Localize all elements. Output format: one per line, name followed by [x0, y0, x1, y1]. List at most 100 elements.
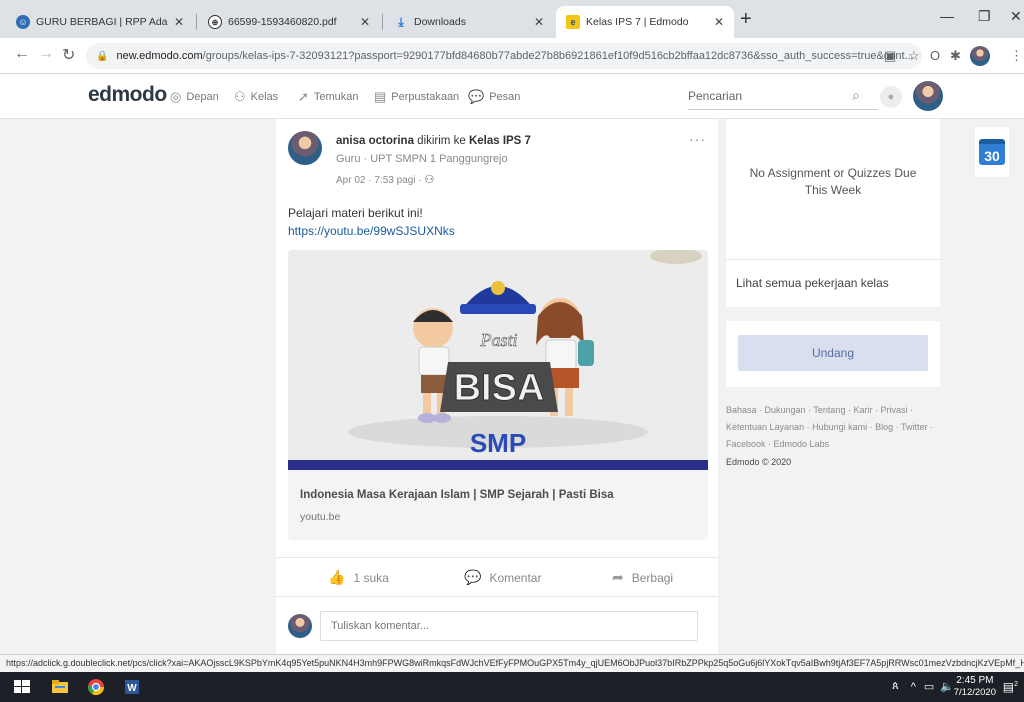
post-more-menu[interactable]: ···: [689, 131, 706, 147]
footer-link[interactable]: Tentang: [813, 405, 845, 415]
globe-icon: ⊕: [208, 15, 222, 29]
word-icon[interactable]: W: [122, 677, 142, 697]
tab-downloads[interactable]: ⤓ Downloads ✕: [384, 6, 554, 38]
status-bar-url: https://adclick.g.doubleclick.net/pcs/cl…: [0, 654, 1024, 672]
footer-link[interactable]: Privasi: [880, 405, 907, 415]
footer-link[interactable]: Blog: [875, 422, 893, 432]
thumb-bisa-text: BISA: [454, 367, 545, 409]
notification-center-icon[interactable]: ▤2: [1003, 680, 1018, 694]
more-menu-icon[interactable]: ⋮: [1010, 48, 1023, 64]
reload-icon[interactable]: ↻: [62, 45, 75, 65]
view-all-work-link[interactable]: Lihat semua pekerjaan kelas: [736, 276, 889, 290]
windows-start-icon[interactable]: [12, 677, 32, 697]
footer-link[interactable]: Karir: [853, 405, 872, 415]
thumb-smp-text: SMP: [470, 428, 526, 458]
no-assignment-text: No Assignment or Quizzes Due This Week: [749, 166, 917, 197]
footer-link[interactable]: Ketentuan Layanan: [726, 422, 804, 432]
post-actions: 👍 1 suka 💬 Komentar ➦ Berbagi: [276, 557, 718, 597]
comment-button[interactable]: 💬 Komentar: [464, 569, 541, 586]
message-bubble-icon: 💬: [468, 89, 485, 104]
footer-link[interactable]: Dukungan: [765, 405, 806, 415]
forward-arrow-icon[interactable]: →: [38, 45, 54, 63]
comment-icon: 💬: [464, 569, 482, 585]
chrome-icon[interactable]: [86, 677, 106, 697]
notification-icon[interactable]: ●: [880, 86, 902, 108]
keyboard-icon[interactable]: ▭: [924, 680, 934, 693]
calendar-icon: 30: [979, 139, 1005, 165]
footer-link[interactable]: Facebook: [726, 439, 766, 449]
close-icon[interactable]: ✕: [534, 15, 544, 29]
due-assignments-card: No Assignment or Quizzes Due This Week: [726, 119, 940, 259]
video-thumbnail[interactable]: Pasti BISA SMP: [288, 250, 708, 470]
new-tab-button[interactable]: +: [740, 8, 752, 31]
invite-button[interactable]: Undang: [738, 335, 928, 371]
windows-taskbar: W ጰ ^ ▭ 🔈 2:45 PM 7/12/2020 ▤2: [0, 672, 1024, 702]
nav-item-temukan[interactable]: ➚ Temukan: [298, 89, 359, 105]
extensions-puzzle-icon[interactable]: ✱: [950, 48, 961, 64]
thumb-pasti-text: Pasti: [479, 330, 517, 350]
comment-user-avatar: [288, 614, 312, 638]
volume-icon[interactable]: 🔈: [940, 680, 954, 693]
close-icon[interactable]: ✕: [174, 15, 184, 29]
nav-item-perpustakaan[interactable]: ▤ Perpustakaan: [374, 89, 459, 105]
nav-item-kelas[interactable]: ⚇ Kelas: [234, 89, 278, 105]
video-domain: youtu.be: [300, 511, 341, 523]
post-group-link[interactable]: Kelas IPS 7: [469, 135, 531, 147]
edmodo-logo[interactable]: edmodo: [88, 83, 167, 107]
close-icon[interactable]: ✕: [360, 15, 370, 29]
all-work-card: Lihat semua pekerjaan kelas: [726, 259, 940, 307]
pasti-bisa-illustration: Pasti BISA SMP: [288, 250, 708, 460]
share-button[interactable]: ➦ Berbagi: [612, 569, 673, 586]
footer-link[interactable]: Hubungi kami: [812, 422, 867, 432]
post-sent-to: dikirim ke: [417, 135, 466, 147]
tab-guru-berbagi[interactable]: ☺ GURU BERBAGI | RPP Adaptif Lo ✕: [6, 6, 194, 38]
calendar-tab[interactable]: 30: [975, 127, 1009, 177]
chevron-up-icon[interactable]: ^: [911, 681, 916, 693]
tab-separator: [196, 14, 197, 30]
user-avatar[interactable]: [913, 81, 943, 111]
close-window-button[interactable]: ✕: [1010, 8, 1022, 25]
translate-icon[interactable]: ▣: [884, 48, 896, 64]
browser-toolbar: ← → ↻ 🔒 new.edmodo.com/groups/kelas-ips-…: [0, 38, 1024, 74]
opera-icon[interactable]: O: [930, 48, 940, 63]
discover-rocket-icon: ➚: [298, 89, 309, 104]
footer-link[interactable]: Twitter: [901, 422, 928, 432]
profile-avatar[interactable]: [970, 46, 990, 66]
post-youtube-link[interactable]: https://youtu.be/99wSJSUXNks: [288, 224, 455, 238]
footer-link[interactable]: Bahasa: [726, 405, 757, 415]
post-timestamp: Apr 02 · 7:53 pagi · ⚇: [336, 174, 435, 186]
search-icon[interactable]: ⌕: [852, 87, 860, 104]
post-author-avatar[interactable]: [288, 131, 322, 165]
restore-button[interactable]: ❐: [978, 8, 991, 25]
people-icon[interactable]: ጰ: [892, 680, 899, 693]
class-people-icon: ⚇: [424, 174, 435, 186]
search-input[interactable]: Pencarian ⌕: [688, 82, 878, 110]
comment-input[interactable]: [320, 611, 698, 641]
post-author-name[interactable]: anisa octorina: [336, 135, 414, 147]
back-arrow-icon[interactable]: ←: [14, 45, 30, 63]
browser-tab-strip: ☺ GURU BERBAGI | RPP Adaptif Lo ✕ ⊕ 6659…: [0, 0, 1024, 38]
bookmark-star-icon[interactable]: ☆: [908, 48, 920, 64]
tab-pdf[interactable]: ⊕ 66599-1593460820.pdf ✕: [198, 6, 380, 38]
video-title[interactable]: Indonesia Masa Kerajaan Islam | SMP Seja…: [300, 489, 614, 501]
footer-link[interactable]: Edmodo Labs: [774, 439, 830, 449]
tab-separator: [382, 14, 383, 30]
post-body-text: Pelajari materi berikut ini!: [288, 206, 423, 220]
nav-item-depan[interactable]: ◎ Depan: [170, 89, 219, 105]
close-icon[interactable]: ✕: [714, 15, 724, 29]
minimize-button[interactable]: —: [940, 8, 954, 24]
copyright: Edmodo © 2020: [726, 457, 792, 467]
address-bar[interactable]: 🔒 new.edmodo.com/groups/kelas-ips-7-3209…: [86, 43, 922, 69]
video-preview-card[interactable]: Pasti BISA SMP Indonesia Masa Kerajaan I…: [288, 250, 708, 540]
taskbar-clock[interactable]: 2:45 PM 7/12/2020: [954, 675, 996, 699]
download-icon: ⤓: [398, 14, 404, 29]
edmodo-icon: e: [566, 15, 580, 29]
like-button[interactable]: 👍 1 suka: [328, 569, 389, 586]
post-author-line: anisa octorina dikirim ke Kelas IPS 7: [336, 135, 531, 147]
lock-icon: 🔒: [96, 50, 109, 62]
tab-edmodo[interactable]: e Kelas IPS 7 | Edmodo ✕: [556, 6, 734, 38]
thumbs-up-icon: 👍: [328, 569, 346, 585]
class-people-icon: ⚇: [234, 89, 246, 104]
nav-item-pesan[interactable]: 💬 Pesan: [468, 89, 520, 105]
file-explorer-icon[interactable]: [50, 677, 70, 697]
